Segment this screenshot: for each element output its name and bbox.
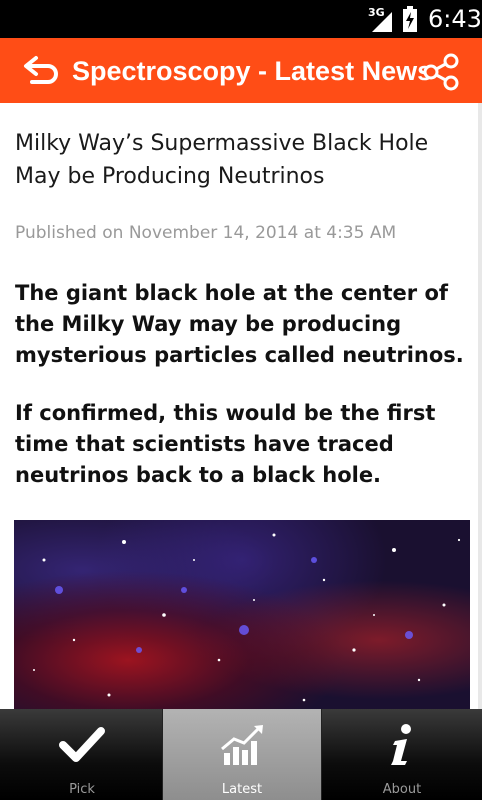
clock: 6:43	[428, 5, 482, 33]
back-arrow-icon[interactable]	[22, 52, 62, 88]
info-icon	[391, 724, 411, 765]
starfield-image	[33, 533, 461, 702]
bottom-tab-bar: Pick Latest About	[0, 709, 482, 800]
scrollbar[interactable]	[478, 103, 482, 709]
tab-label: Pick	[69, 782, 95, 797]
share-icon[interactable]	[422, 53, 460, 91]
published-date: Published on November 14, 2014 at 4:35 A…	[15, 223, 397, 243]
signal-icon	[372, 12, 392, 32]
tab-label: Latest	[221, 782, 263, 797]
article-headline: Milky Way’s Supermassive Black Hole May …	[15, 131, 429, 189]
tab-about[interactable]: About	[322, 709, 482, 800]
article-image	[14, 520, 470, 709]
article-content[interactable]: Milky Way’s Supermassive Black Hole May …	[0, 103, 482, 709]
article-paragraph: If confirmed, this would be the first ti…	[15, 401, 436, 487]
page-title: Spectroscopy - Latest News	[72, 56, 433, 86]
checkmark-icon	[59, 727, 105, 762]
action-bar: Spectroscopy - Latest News	[0, 38, 482, 103]
tab-latest[interactable]: Latest	[162, 709, 322, 800]
battery-icon	[403, 6, 417, 32]
chart-icon	[221, 725, 263, 765]
tab-label: About	[382, 782, 422, 797]
tab-pick[interactable]: Pick	[2, 709, 162, 800]
status-bar: 3G 6:43	[0, 0, 482, 38]
article-paragraph: The giant black hole at the center of th…	[15, 281, 464, 367]
